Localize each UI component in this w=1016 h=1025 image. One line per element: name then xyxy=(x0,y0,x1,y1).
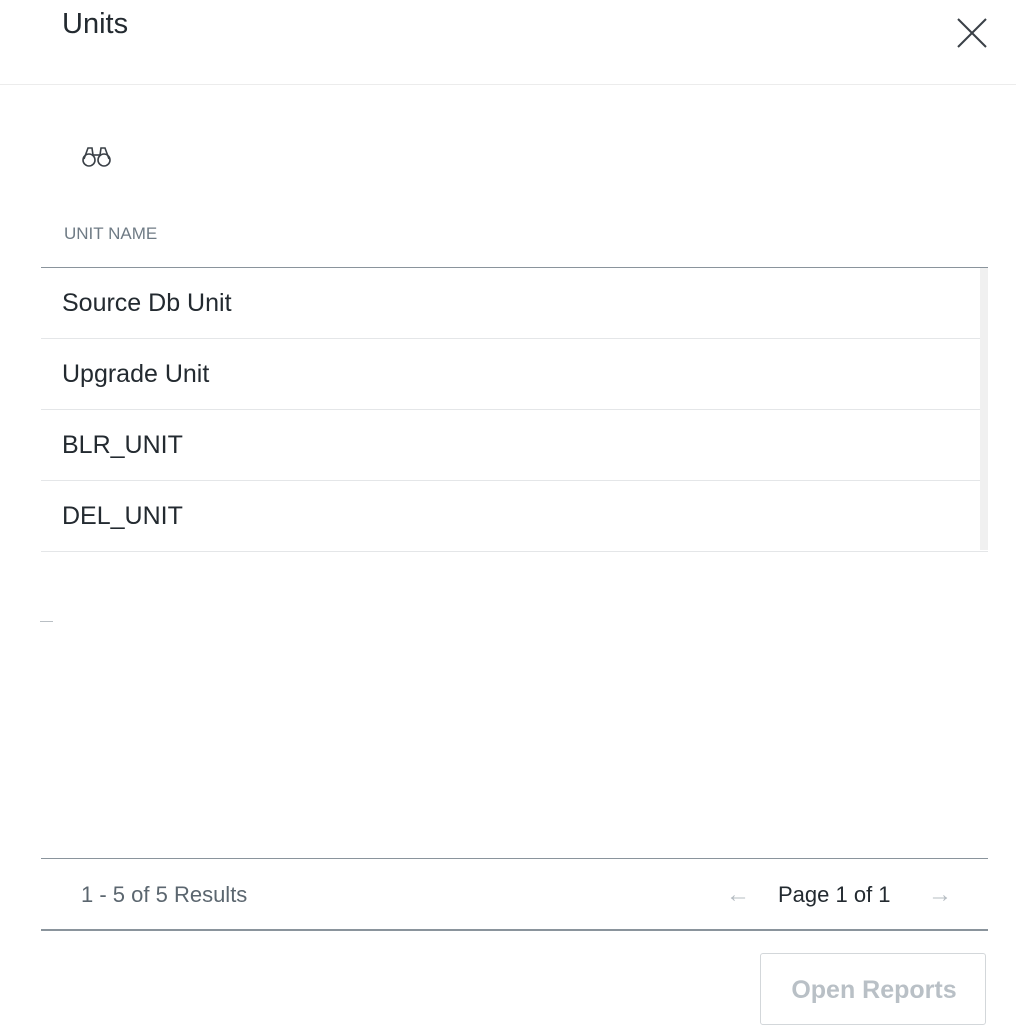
unit-name-cell: BLR_UNIT xyxy=(62,431,183,459)
page-indicator: Page 1 of 1 xyxy=(778,882,891,907)
footer-divider-top xyxy=(41,858,988,859)
close-button[interactable] xyxy=(954,15,990,51)
divider-mark xyxy=(40,621,53,622)
footer-divider-bottom xyxy=(41,929,988,931)
unit-name-cell: Source Db Unit xyxy=(62,289,232,317)
table-scrollbar[interactable] xyxy=(980,268,988,550)
arrow-right-icon: → xyxy=(928,881,952,908)
binoculars-icon xyxy=(82,147,111,167)
table-row[interactable]: DEL_UNIT xyxy=(41,481,988,552)
column-header-unit-name[interactable]: UNIT NAME xyxy=(64,222,157,246)
units-table-body: Source Db Unit Upgrade Unit BLR_UNIT DEL… xyxy=(41,268,988,552)
units-dialog: Units UNIT NAME Source Db Unit Upgrade U… xyxy=(0,0,1016,1025)
arrow-left-icon: ← xyxy=(726,881,750,908)
prev-page-button[interactable]: ← xyxy=(726,880,750,910)
close-icon xyxy=(957,18,987,48)
table-row[interactable]: BLR_UNIT xyxy=(41,410,988,481)
next-page-button[interactable]: → xyxy=(928,880,952,910)
open-reports-button[interactable]: Open Reports xyxy=(760,953,986,1025)
dialog-header: Units xyxy=(0,0,1016,85)
table-row[interactable]: Upgrade Unit xyxy=(41,339,988,410)
unit-name-cell: DEL_UNIT xyxy=(62,502,183,530)
dialog-title: Units xyxy=(62,8,129,40)
results-count: 1 - 5 of 5 Results xyxy=(81,882,248,907)
table-row[interactable]: Source Db Unit xyxy=(41,268,988,339)
unit-name-cell: Upgrade Unit xyxy=(62,360,210,388)
open-reports-label: Open Reports xyxy=(791,976,957,1004)
search-button[interactable] xyxy=(80,140,114,170)
